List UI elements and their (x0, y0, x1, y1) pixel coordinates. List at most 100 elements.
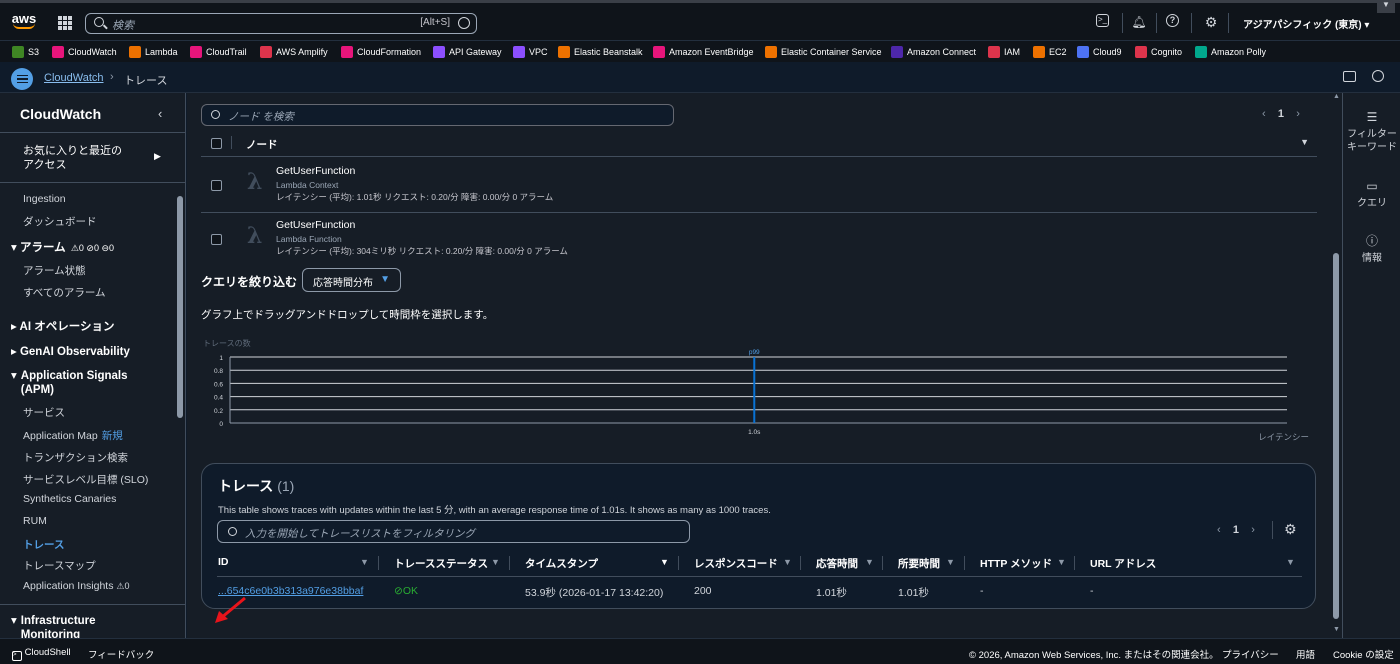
favorite-cognito[interactable]: Cognito (1135, 45, 1182, 59)
favorite-iam[interactable]: IAM (988, 45, 1020, 59)
scroll-up-icon[interactable]: ▲ (1333, 93, 1340, 100)
node-page-number[interactable]: 1 (1278, 108, 1284, 120)
filter-keyword-tool[interactable]: ☰ フィルター キーワード (1343, 111, 1400, 154)
favorite-amazon-polly[interactable]: Amazon Polly (1195, 45, 1266, 59)
col-response-time[interactable]: 応答時間 (816, 556, 858, 571)
gear-icon[interactable]: ⚙ (1203, 14, 1219, 30)
sidebar-item-alarm-state[interactable]: アラーム状態 (23, 263, 86, 278)
sidebar-section-ai-ops[interactable]: ▸ AI オペレーション (11, 318, 115, 334)
chevron-right-icon[interactable]: › (1251, 524, 1255, 536)
main-scrollbar[interactable]: ▲ ▼ (1330, 93, 1342, 638)
col-id[interactable]: ID (218, 556, 229, 568)
row-checkbox[interactable] (211, 180, 222, 191)
trace-page-number[interactable]: 1 (1233, 524, 1239, 536)
collapse-icon[interactable]: ‹ (158, 106, 162, 121)
col-url[interactable]: URL アドレス (1090, 556, 1156, 571)
sidebar-item-slo[interactable]: サービスレベル目標 (SLO) (23, 472, 148, 487)
sidebar-section-app-signals[interactable]: ▾ Application Signals (APM) (11, 369, 128, 397)
favorite-aws-amplify[interactable]: AWS Amplify (260, 45, 328, 59)
favorite-cloudtrail[interactable]: CloudTrail (190, 45, 247, 59)
sort-icon[interactable]: ▼ (783, 557, 792, 567)
favorite-s3[interactable]: S3 (12, 45, 39, 59)
favorite-elastic-beanstalk[interactable]: Elastic Beanstalk (558, 45, 643, 59)
aws-logo[interactable]: aws (10, 11, 38, 33)
col-http-method[interactable]: HTTP メソッド (980, 556, 1052, 571)
node-pagination[interactable]: ‹ 1 › (1262, 108, 1300, 120)
global-search-input[interactable]: 検索 [Alt+S] (85, 13, 477, 34)
row-checkbox[interactable] (211, 234, 222, 245)
sidebar-item-synthetics[interactable]: Synthetics Canaries (23, 493, 116, 505)
sidebar-item-traces[interactable]: トレース (23, 537, 64, 552)
cloudshell-icon[interactable]: >_ (1096, 14, 1109, 27)
sort-icon[interactable]: ▼ (1300, 137, 1309, 147)
sort-icon[interactable]: ▼ (946, 557, 955, 567)
sidebar-item-app-insights[interactable]: Application Insights ⚠0 (23, 580, 130, 592)
favorite-vpc[interactable]: VPC (513, 45, 548, 59)
node-row[interactable]: λ GetUserFunction Lambda Context レイテンシー … (201, 159, 1317, 213)
node-search-input[interactable]: ノード を検索 (201, 104, 674, 126)
trace-pagination[interactable]: ‹ 1 › (1217, 524, 1255, 536)
favorite-ec2[interactable]: EC2 (1033, 45, 1067, 59)
chevron-left-icon[interactable]: ‹ (1217, 524, 1221, 536)
sidebar-item-dashboard[interactable]: ダッシュボード (23, 214, 97, 229)
sort-icon[interactable]: ▼ (491, 557, 500, 567)
col-duration[interactable]: 所要時間 (898, 556, 940, 571)
terms-link[interactable]: 用語 (1296, 647, 1315, 661)
scroll-down-icon[interactable]: ▼ (1333, 626, 1340, 633)
sort-icon[interactable]: ▼ (360, 557, 369, 567)
favorite-cloudformation[interactable]: CloudFormation (341, 45, 421, 59)
select-all-checkbox[interactable] (211, 138, 222, 149)
sort-desc-icon[interactable]: ▼ (660, 557, 669, 567)
privacy-link[interactable]: プライバシー (1222, 647, 1279, 661)
sort-icon[interactable]: ▼ (1057, 557, 1066, 567)
latency-chart-svg[interactable]: トレースの数 1 0.8 0.6 0.4 0.2 0 1.0s p99 レイテンシー (199, 333, 1319, 448)
info-tool[interactable]: ⓘ 情報 (1343, 235, 1400, 265)
favorite-elastic-container-service[interactable]: Elastic Container Service (765, 45, 882, 59)
trace-filter-input[interactable]: 入力を開始してトレースリストをフィルタリング (217, 520, 690, 543)
col-response-code[interactable]: レスポンスコード (694, 556, 778, 571)
sidebar-section-genai[interactable]: ▸ GenAI Observability (11, 344, 130, 358)
trace-response-time: 1.01秒 (816, 587, 847, 599)
col-timestamp[interactable]: タイムスタンプ (525, 556, 598, 571)
query-tool[interactable]: ▭ クエリ (1343, 180, 1400, 210)
favorite-amazon-connect[interactable]: Amazon Connect (891, 45, 976, 59)
response-time-dropdown[interactable]: 応答時間分布 ▼ (302, 268, 401, 292)
sidebar-section-alarms[interactable]: ▾ アラーム ⚠0 ⊘0 ⊖0 (11, 239, 114, 255)
sidebar-scrollbar[interactable] (175, 93, 185, 638)
bell-icon[interactable]: 🔔︎ (1131, 14, 1147, 30)
node-row[interactable]: λ GetUserFunction Lambda Function レイテンシー… (201, 213, 1317, 267)
menu-icon[interactable] (11, 68, 33, 90)
breadcrumb-cloudwatch-link[interactable]: CloudWatch (44, 72, 104, 84)
sort-icon[interactable]: ▼ (1286, 557, 1295, 567)
sidebar-favorites[interactable]: お気に入りと最近の アクセス (23, 144, 122, 172)
clock-icon[interactable] (1372, 70, 1384, 82)
sidebar-item-transaction-search[interactable]: トランザクション検索 (23, 450, 128, 465)
services-grid-icon[interactable] (58, 16, 72, 30)
cookie-settings-link[interactable]: Cookie の設定 (1333, 647, 1394, 661)
sort-icon[interactable]: ▼ (865, 557, 874, 567)
favorite-api-gateway[interactable]: API Gateway (433, 45, 502, 59)
sidebar-item-rum[interactable]: RUM (23, 515, 47, 527)
sidebar-item-all-alarms[interactable]: すべてのアラーム (23, 285, 106, 300)
favorite-lambda[interactable]: Lambda (129, 45, 178, 59)
chevron-left-icon[interactable]: ‹ (1262, 108, 1266, 120)
chevron-down-icon[interactable]: ▼ (1377, 0, 1395, 13)
favorite-cloudwatch[interactable]: CloudWatch (52, 45, 117, 59)
sidebar-item-trace-map[interactable]: トレースマップ (23, 558, 96, 573)
feedback-link[interactable]: フィードバック (88, 647, 154, 661)
favorite-amazon-eventbridge[interactable]: Amazon EventBridge (653, 45, 754, 59)
feedback-monitor-icon[interactable] (1343, 71, 1356, 82)
settings-gear-icon[interactable]: ⚙ (1284, 521, 1297, 538)
region-selector[interactable]: アジアパシフィック (東京) ▾ (1243, 16, 1369, 31)
latency-chart[interactable]: トレースの数 1 0.8 0.6 0.4 0.2 0 1.0s p99 レイテンシー (199, 333, 1319, 448)
chevron-right-icon[interactable]: › (1296, 108, 1300, 120)
favorite-cloud9[interactable]: Cloud9 (1077, 45, 1122, 59)
col-trace-status[interactable]: トレースステータス (394, 556, 488, 571)
sidebar-item-ingestion[interactable]: Ingestion (23, 193, 66, 205)
caret-right-icon[interactable]: ▶ (154, 151, 161, 162)
sidebar-section-infra[interactable]: ▾ Infrastructure Monitoring (11, 614, 96, 638)
cloudshell-button[interactable]: > CloudShell (12, 647, 71, 661)
sidebar-item-services[interactable]: サービス (23, 405, 65, 420)
sidebar-item-app-map[interactable]: Application Map 新規 (23, 428, 123, 443)
help-icon[interactable]: ? (1166, 14, 1179, 27)
